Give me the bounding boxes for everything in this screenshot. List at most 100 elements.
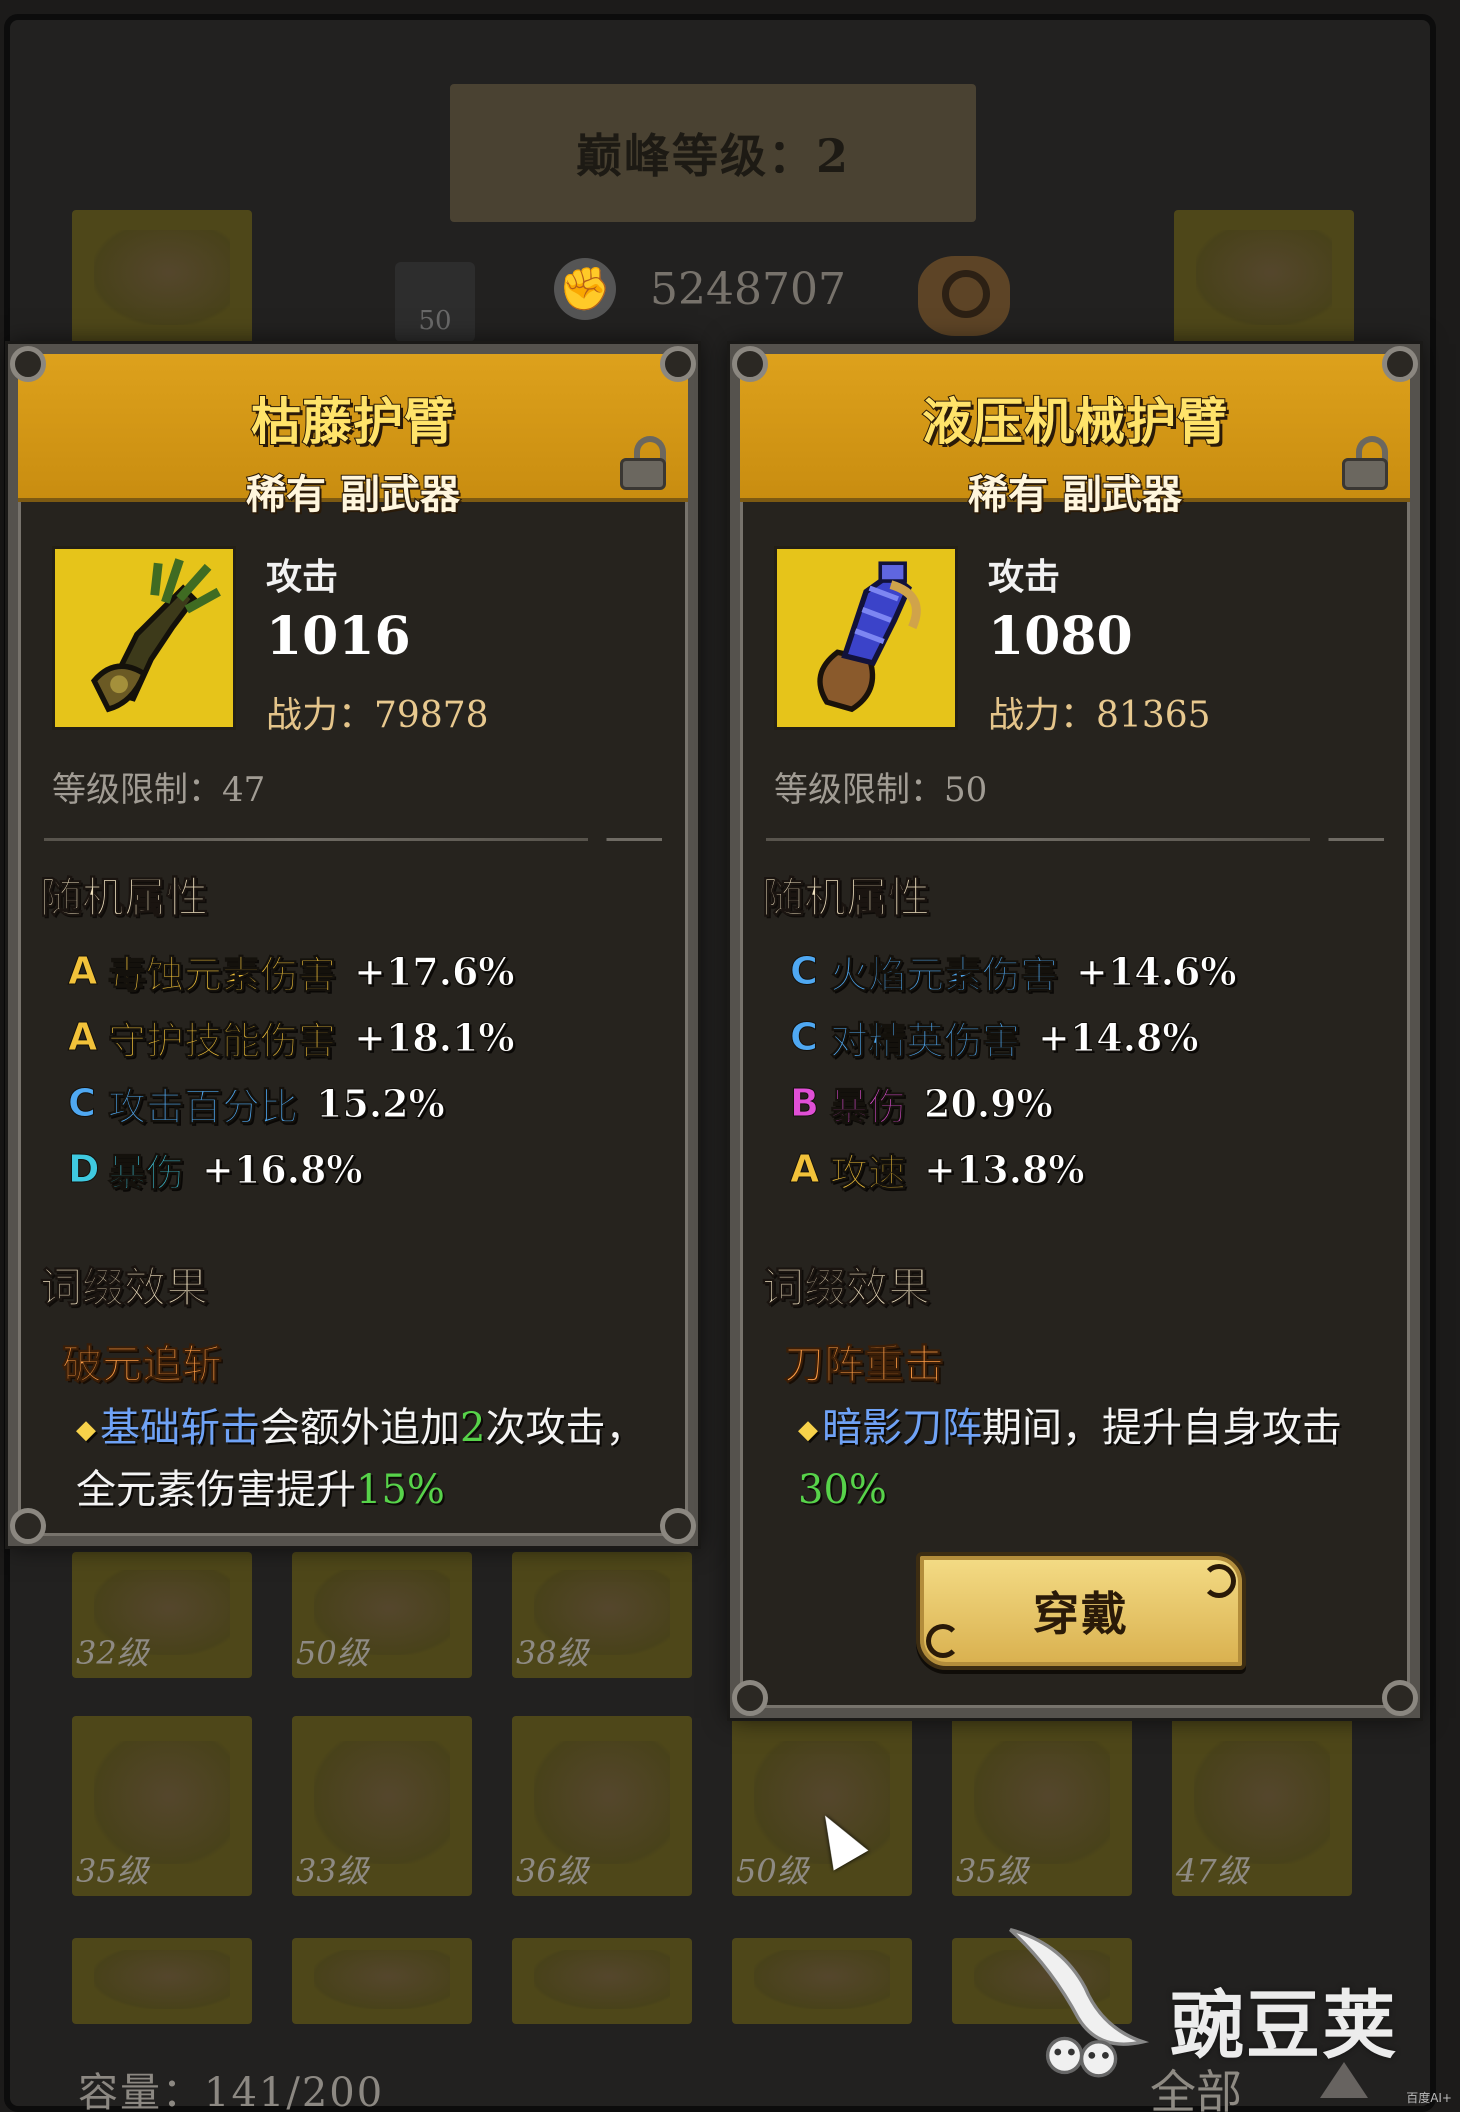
attribute-row: A 守护技能伤害 +18.1% bbox=[68, 1004, 516, 1070]
stat-value: 1080 bbox=[988, 606, 1133, 667]
corner-ornament bbox=[732, 346, 768, 382]
slot-level: 35级 bbox=[76, 1852, 149, 1890]
affix-text: 期间，提升自身攻击 bbox=[982, 1405, 1342, 1451]
equip-button[interactable]: 穿戴 bbox=[916, 1552, 1246, 1670]
inventory-slot[interactable] bbox=[72, 1938, 252, 2024]
corner-tag: 百度AI+ bbox=[1406, 2091, 1452, 2105]
pea-pod-logo-icon bbox=[1009, 1927, 1150, 2078]
random-attributes-title: 随机属性 bbox=[761, 873, 931, 923]
diamond-bullet-icon: ◆ bbox=[76, 1415, 96, 1445]
inventory-slot[interactable]: 35级 bbox=[952, 1716, 1132, 1896]
inventory-slot[interactable] bbox=[732, 1938, 912, 2024]
inventory-slot[interactable]: 36级 bbox=[512, 1716, 692, 1896]
affix-description: ◆ 暗影刀阵期间，提升自身攻击 30% bbox=[798, 1398, 1388, 1520]
affix-effect-title: 词缀效果 bbox=[761, 1263, 931, 1313]
attribute-row: D 暴伤 +16.8% bbox=[68, 1136, 515, 1202]
attribute-row: B 暴伤 20.9% bbox=[790, 1070, 1237, 1136]
item-name: 液压机械护臂 bbox=[921, 392, 1228, 452]
attribute-value: +13.8% bbox=[924, 1146, 1085, 1192]
level-requirement: 等级限制：50 bbox=[774, 762, 987, 811]
attribute-value: +14.6% bbox=[1076, 948, 1237, 994]
inventory-slot[interactable]: 50级 bbox=[732, 1716, 912, 1896]
card-header: 枯藤护臂 稀有 副武器 bbox=[18, 354, 688, 519]
item-rarity-type: 稀有 副武器 bbox=[245, 471, 461, 519]
vine-bracer-icon bbox=[90, 558, 221, 713]
item-rarity-type: 稀有 副武器 bbox=[967, 471, 1183, 519]
inventory-slot[interactable]: 50级 bbox=[292, 1552, 472, 1678]
stat-label: 攻击 bbox=[266, 557, 339, 598]
attribute-name: 攻速 bbox=[829, 1150, 907, 1195]
affix-text: 会额外追加 bbox=[260, 1405, 460, 1451]
power-label: 战力： bbox=[266, 695, 375, 736]
affix-skill: 暗影刀阵 bbox=[822, 1405, 982, 1451]
lock-icon[interactable] bbox=[1336, 436, 1394, 490]
inventory-slot[interactable]: 33级 bbox=[292, 1716, 472, 1896]
level-label: 等级限制： bbox=[774, 770, 944, 810]
diamond-bullet-icon: ◆ bbox=[798, 1415, 818, 1445]
attribute-row: C 攻击百分比 15.2% bbox=[68, 1070, 515, 1136]
slot-level: 50级 bbox=[296, 1634, 369, 1672]
attribute-grade: A bbox=[68, 949, 98, 994]
inventory-slot[interactable] bbox=[292, 1938, 472, 2024]
divider bbox=[44, 838, 662, 841]
attribute-name: 暴伤 bbox=[829, 1084, 907, 1129]
affix-number: 30% bbox=[798, 1467, 887, 1513]
slot-level: 33级 bbox=[296, 1852, 369, 1890]
attribute-grade: D bbox=[68, 1147, 101, 1192]
slot-level: 47级 bbox=[1176, 1852, 1249, 1890]
resource-amount: 5248707 bbox=[650, 263, 846, 315]
power-label: 战力： bbox=[988, 695, 1097, 736]
swirl-ornament bbox=[1202, 1564, 1236, 1598]
item-name: 枯藤护臂 bbox=[250, 392, 455, 452]
power-rating: 战力：79878 bbox=[266, 686, 489, 738]
stat-value: 1016 bbox=[266, 606, 411, 667]
search-icon[interactable] bbox=[918, 256, 1010, 336]
attribute-value: +17.6% bbox=[354, 948, 515, 994]
swirl-ornament bbox=[926, 1624, 960, 1658]
inventory-slot[interactable]: 32级 bbox=[72, 1552, 252, 1678]
slot-level: 32级 bbox=[76, 1634, 149, 1672]
lock-icon[interactable] bbox=[614, 436, 672, 490]
corner-ornament bbox=[660, 346, 696, 382]
attribute-row: C 火焰元素伤害 +14.6% bbox=[790, 938, 1238, 1004]
affix-skill: 基础斩击 bbox=[100, 1405, 260, 1451]
corner-ornament bbox=[732, 1680, 768, 1716]
power-rating: 战力：81365 bbox=[988, 686, 1211, 738]
inventory-slot[interactable]: 35级 bbox=[72, 1716, 252, 1896]
peak-level-plate: 巅峰等级：2 bbox=[450, 84, 976, 222]
attribute-name: 暴伤 bbox=[107, 1150, 185, 1195]
divider bbox=[766, 838, 1384, 841]
attribute-value: 15.2% bbox=[316, 1080, 446, 1126]
attribute-name: 攻击百分比 bbox=[107, 1084, 299, 1129]
corner-ornament bbox=[10, 346, 46, 382]
attribute-value: +16.8% bbox=[202, 1146, 363, 1192]
corner-ornament bbox=[1382, 1680, 1418, 1716]
inventory-slot[interactable] bbox=[512, 1938, 692, 2024]
item-image bbox=[774, 546, 958, 730]
attribute-value: +18.1% bbox=[354, 1014, 515, 1060]
capacity-label: 容量：141/200 bbox=[78, 2070, 385, 2112]
attribute-grade: C bbox=[790, 1015, 819, 1060]
attribute-grade: C bbox=[790, 949, 819, 994]
attribute-value: 20.9% bbox=[924, 1080, 1054, 1126]
slot-level: 36级 bbox=[516, 1852, 589, 1890]
card-header: 液压机械护臂 稀有 副武器 bbox=[740, 354, 1410, 519]
equipped-slot-helmet[interactable] bbox=[72, 210, 252, 350]
affix-effect-title: 词缀效果 bbox=[39, 1263, 209, 1313]
attribute-name: 火焰元素伤害 bbox=[829, 952, 1059, 997]
equipped-slot-wings[interactable] bbox=[1174, 210, 1354, 350]
attribute-list: C 火焰元素伤害 +14.6% C 对精英伤害 +14.8% B 暴伤 20.9% A 攻速 +… bbox=[790, 938, 1238, 1202]
inventory-slot[interactable]: 38级 bbox=[512, 1552, 692, 1678]
attribute-grade: C bbox=[68, 1081, 97, 1126]
affix-name: 破元追斩 bbox=[62, 1342, 223, 1389]
attribute-grade: A bbox=[790, 1147, 820, 1192]
inventory-slot[interactable]: 47级 bbox=[1172, 1716, 1352, 1896]
item-image bbox=[52, 546, 236, 730]
slot-level: 35级 bbox=[956, 1852, 1029, 1890]
level-value: 50 bbox=[944, 770, 988, 810]
corner-ornament bbox=[660, 1508, 696, 1544]
corner-ornament bbox=[1382, 346, 1418, 382]
level-value: 47 bbox=[222, 770, 266, 810]
attribute-name: 对精英伤害 bbox=[829, 1018, 1021, 1063]
affix-name: 刀阵重击 bbox=[784, 1342, 945, 1389]
